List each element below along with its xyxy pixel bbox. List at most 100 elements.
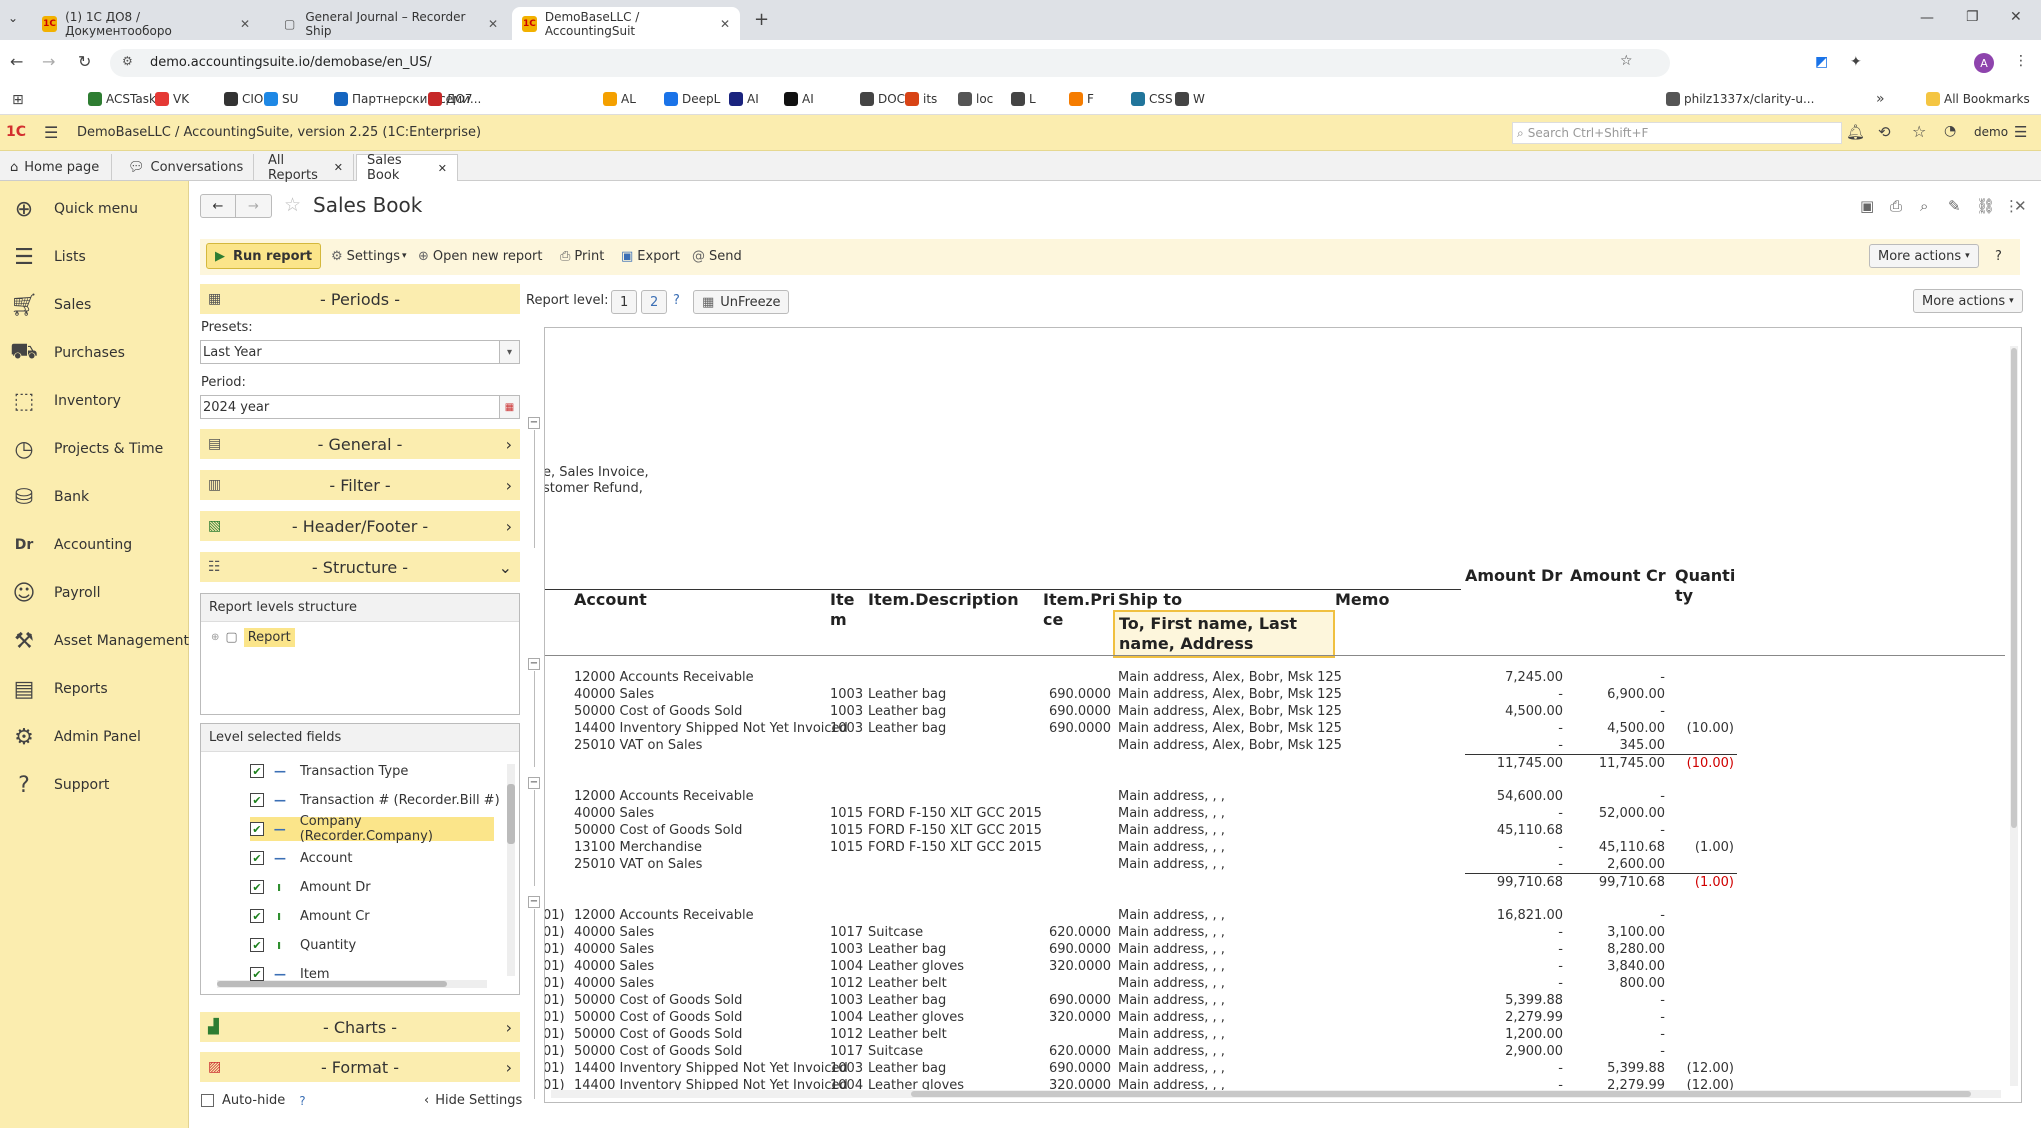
dropdown-arrow-icon[interactable]: ▾	[499, 341, 519, 363]
checkbox-checked-icon[interactable]: ✔	[250, 880, 264, 894]
charts-section-header[interactable]: ▟ - Charts - ›	[200, 1012, 520, 1042]
bookmark-item[interactable]: W	[1175, 92, 1205, 106]
auto-hide-checkbox[interactable]: Auto-hide?	[201, 1093, 306, 1108]
close-icon[interactable]: ✕	[240, 17, 250, 31]
user-icon[interactable]: ◔	[1944, 123, 1956, 139]
checkbox-checked-icon[interactable]: ✔	[250, 822, 264, 836]
report-level-2-button[interactable]: 2	[641, 290, 668, 314]
checkbox-checked-icon[interactable]: ✔	[250, 938, 264, 952]
bookmark-item[interactable]: its	[905, 92, 937, 106]
tree-expand-icon[interactable]: ⊕	[211, 632, 219, 643]
field-row[interactable]: ✔ ı Amount Dr	[250, 875, 371, 899]
header-footer-section-header[interactable]: ▧ - Header/Footer - ›	[200, 511, 520, 541]
link-icon[interactable]: ⛓︎	[1976, 197, 1995, 215]
extension-icon[interactable]: ◩	[1815, 54, 1828, 70]
sidebar-item-asset-management[interactable]: ⚒ Asset Management	[0, 619, 189, 663]
periods-section-header[interactable]: ▦ - Periods -	[200, 284, 520, 314]
checkbox-checked-icon[interactable]: ✔	[250, 851, 264, 865]
bookmark-item[interactable]: AL	[603, 92, 636, 106]
fields-scrollbar[interactable]	[507, 764, 515, 976]
global-search-input[interactable]: ⌕ Search Ctrl+Shift+F	[1512, 122, 1842, 144]
export-button[interactable]: ▣ Export	[621, 243, 680, 269]
bookmark-item[interactable]: SU	[264, 92, 298, 106]
back-icon[interactable]: ←	[10, 52, 23, 71]
new-tab-icon[interactable]: +	[754, 9, 769, 30]
period-field[interactable]: 2024 year ▦	[200, 395, 520, 419]
sidebar-item-lists[interactable]: ☰ Lists	[0, 235, 189, 279]
forward-icon[interactable]: →	[42, 52, 55, 71]
help-button[interactable]: ?	[1995, 243, 2002, 269]
field-row[interactable]: ✔ — Account	[250, 846, 353, 870]
group-collapse-toggle[interactable]: −	[528, 777, 540, 789]
app-settings-menu-icon[interactable]: ☰	[2014, 123, 2027, 141]
general-section-header[interactable]: ▤ - General - ›	[200, 429, 520, 459]
bookmark-item[interactable]: ДО7	[428, 92, 472, 106]
field-row[interactable]: ✔ ı Quantity	[250, 933, 356, 957]
report-horizontal-scrollbar[interactable]	[551, 1090, 2001, 1098]
report-tree-node[interactable]: ⊕ ▢ Report	[211, 628, 295, 647]
report-vertical-scrollbar[interactable]	[2010, 346, 2018, 1086]
sidebar-item-reports[interactable]: ▤ Reports	[0, 667, 189, 711]
tab-all-reports[interactable]: All Reports ✕	[258, 153, 354, 183]
browser-tab-3[interactable]: 1C DemoBaseLLC / AccountingSuit ✕	[512, 7, 740, 40]
bookmark-item[interactable]: AI	[784, 92, 814, 106]
bookmark-item[interactable]: DOC	[860, 92, 905, 106]
sidebar-item-accounting[interactable]: Dr Accounting	[0, 523, 189, 567]
edit-icon[interactable]: ✎	[1948, 197, 1961, 215]
user-name[interactable]: demo	[1974, 125, 2008, 139]
browser-menu-icon[interactable]: ⋮	[2014, 53, 2028, 69]
forward-button[interactable]: →	[236, 194, 272, 218]
format-section-header[interactable]: ▨ - Format - ›	[200, 1052, 520, 1082]
send-button[interactable]: @ Send	[692, 243, 742, 269]
reload-icon[interactable]: ↻	[78, 52, 91, 71]
back-button[interactable]: ←	[200, 194, 236, 218]
more-actions-button[interactable]: More actions ▾	[1869, 244, 1979, 268]
ship-to-subheader-cell[interactable]: To, First name, Last name, Address	[1113, 610, 1335, 658]
report-level-help[interactable]: ?	[673, 293, 680, 308]
extensions-puzzle-icon[interactable]: ✦	[1850, 54, 1862, 70]
bookmark-item[interactable]: L	[1011, 92, 1036, 106]
bookmark-item[interactable]: ACSTask	[88, 92, 156, 106]
bookmark-item[interactable]: CSS	[1131, 92, 1173, 106]
main-menu-icon[interactable]: ☰	[44, 123, 58, 142]
open-new-report-button[interactable]: ⊕ Open new report	[418, 243, 542, 269]
close-form-icon[interactable]: ✕	[2014, 197, 2027, 215]
save-icon[interactable]: ▣	[1860, 197, 1874, 215]
field-row[interactable]: ✔ — Transaction Type	[250, 759, 408, 783]
presets-select[interactable]: Last Year ▾	[200, 340, 520, 364]
history-icon[interactable]: ⟲	[1878, 123, 1891, 141]
sidebar-item-projects-time[interactable]: ◷ Projects & Time	[0, 427, 189, 471]
sidebar-item-purchases[interactable]: ⛟ Purchases	[0, 331, 189, 375]
sidebar-item-payroll[interactable]: ☺ Payroll	[0, 571, 189, 615]
settings-button[interactable]: ⚙ Settings ▾	[331, 243, 407, 269]
field-row[interactable]: ✔ — Company (Recorder.Company)	[250, 814, 494, 844]
preview-icon[interactable]: ⌕	[1920, 197, 1928, 215]
favorites-star-icon[interactable]: ☆	[1912, 122, 1926, 141]
sidebar-item-bank[interactable]: ⛁ Bank	[0, 475, 189, 519]
bookmark-item[interactable]: F	[1069, 92, 1094, 106]
sidebar-item-sales[interactable]: 🛒︎ Sales	[0, 283, 189, 327]
field-row[interactable]: ✔ — Transaction # (Recorder.Bill #)	[250, 788, 500, 812]
close-icon[interactable]: ✕	[720, 17, 730, 31]
checkbox-checked-icon[interactable]: ✔	[250, 967, 264, 981]
tab-home-page[interactable]: ⌂ Home page	[0, 154, 112, 181]
browser-tab-2[interactable]: ▢ General Journal – Recorder Ship ✕	[272, 7, 508, 40]
bookmark-item[interactable]: loc	[958, 92, 993, 106]
calendar-picker-icon[interactable]: ▦	[499, 396, 519, 418]
hide-settings-link[interactable]: ‹ Hide Settings	[424, 1093, 522, 1108]
tab-conversations[interactable]: 💬︎ Conversations	[118, 154, 254, 181]
bookmark-item[interactable]: philz1337x/clarity-u...	[1666, 92, 1814, 106]
field-row[interactable]: ✔ — Item	[250, 962, 330, 986]
report-more-actions-button[interactable]: More actions ▾	[1913, 289, 2023, 313]
filter-section-header[interactable]: ▥ - Filter - ›	[200, 470, 520, 500]
report-level-1-button[interactable]: 1	[611, 290, 638, 314]
checkbox-checked-icon[interactable]: ✔	[250, 909, 264, 923]
sidebar-item-admin-panel[interactable]: ⚙ Admin Panel	[0, 715, 189, 759]
bookmark-item[interactable]: VK	[155, 92, 189, 106]
print-button[interactable]: ⎙ Print	[560, 243, 604, 269]
all-bookmarks[interactable]: All Bookmarks	[1926, 92, 2030, 106]
print-icon[interactable]: ⎙	[1890, 197, 1902, 215]
apps-grid-icon[interactable]: ⊞	[12, 92, 24, 108]
more-bookmarks-icon[interactable]: »	[1876, 91, 1885, 107]
bookmark-item[interactable]: DeepL	[664, 92, 720, 106]
